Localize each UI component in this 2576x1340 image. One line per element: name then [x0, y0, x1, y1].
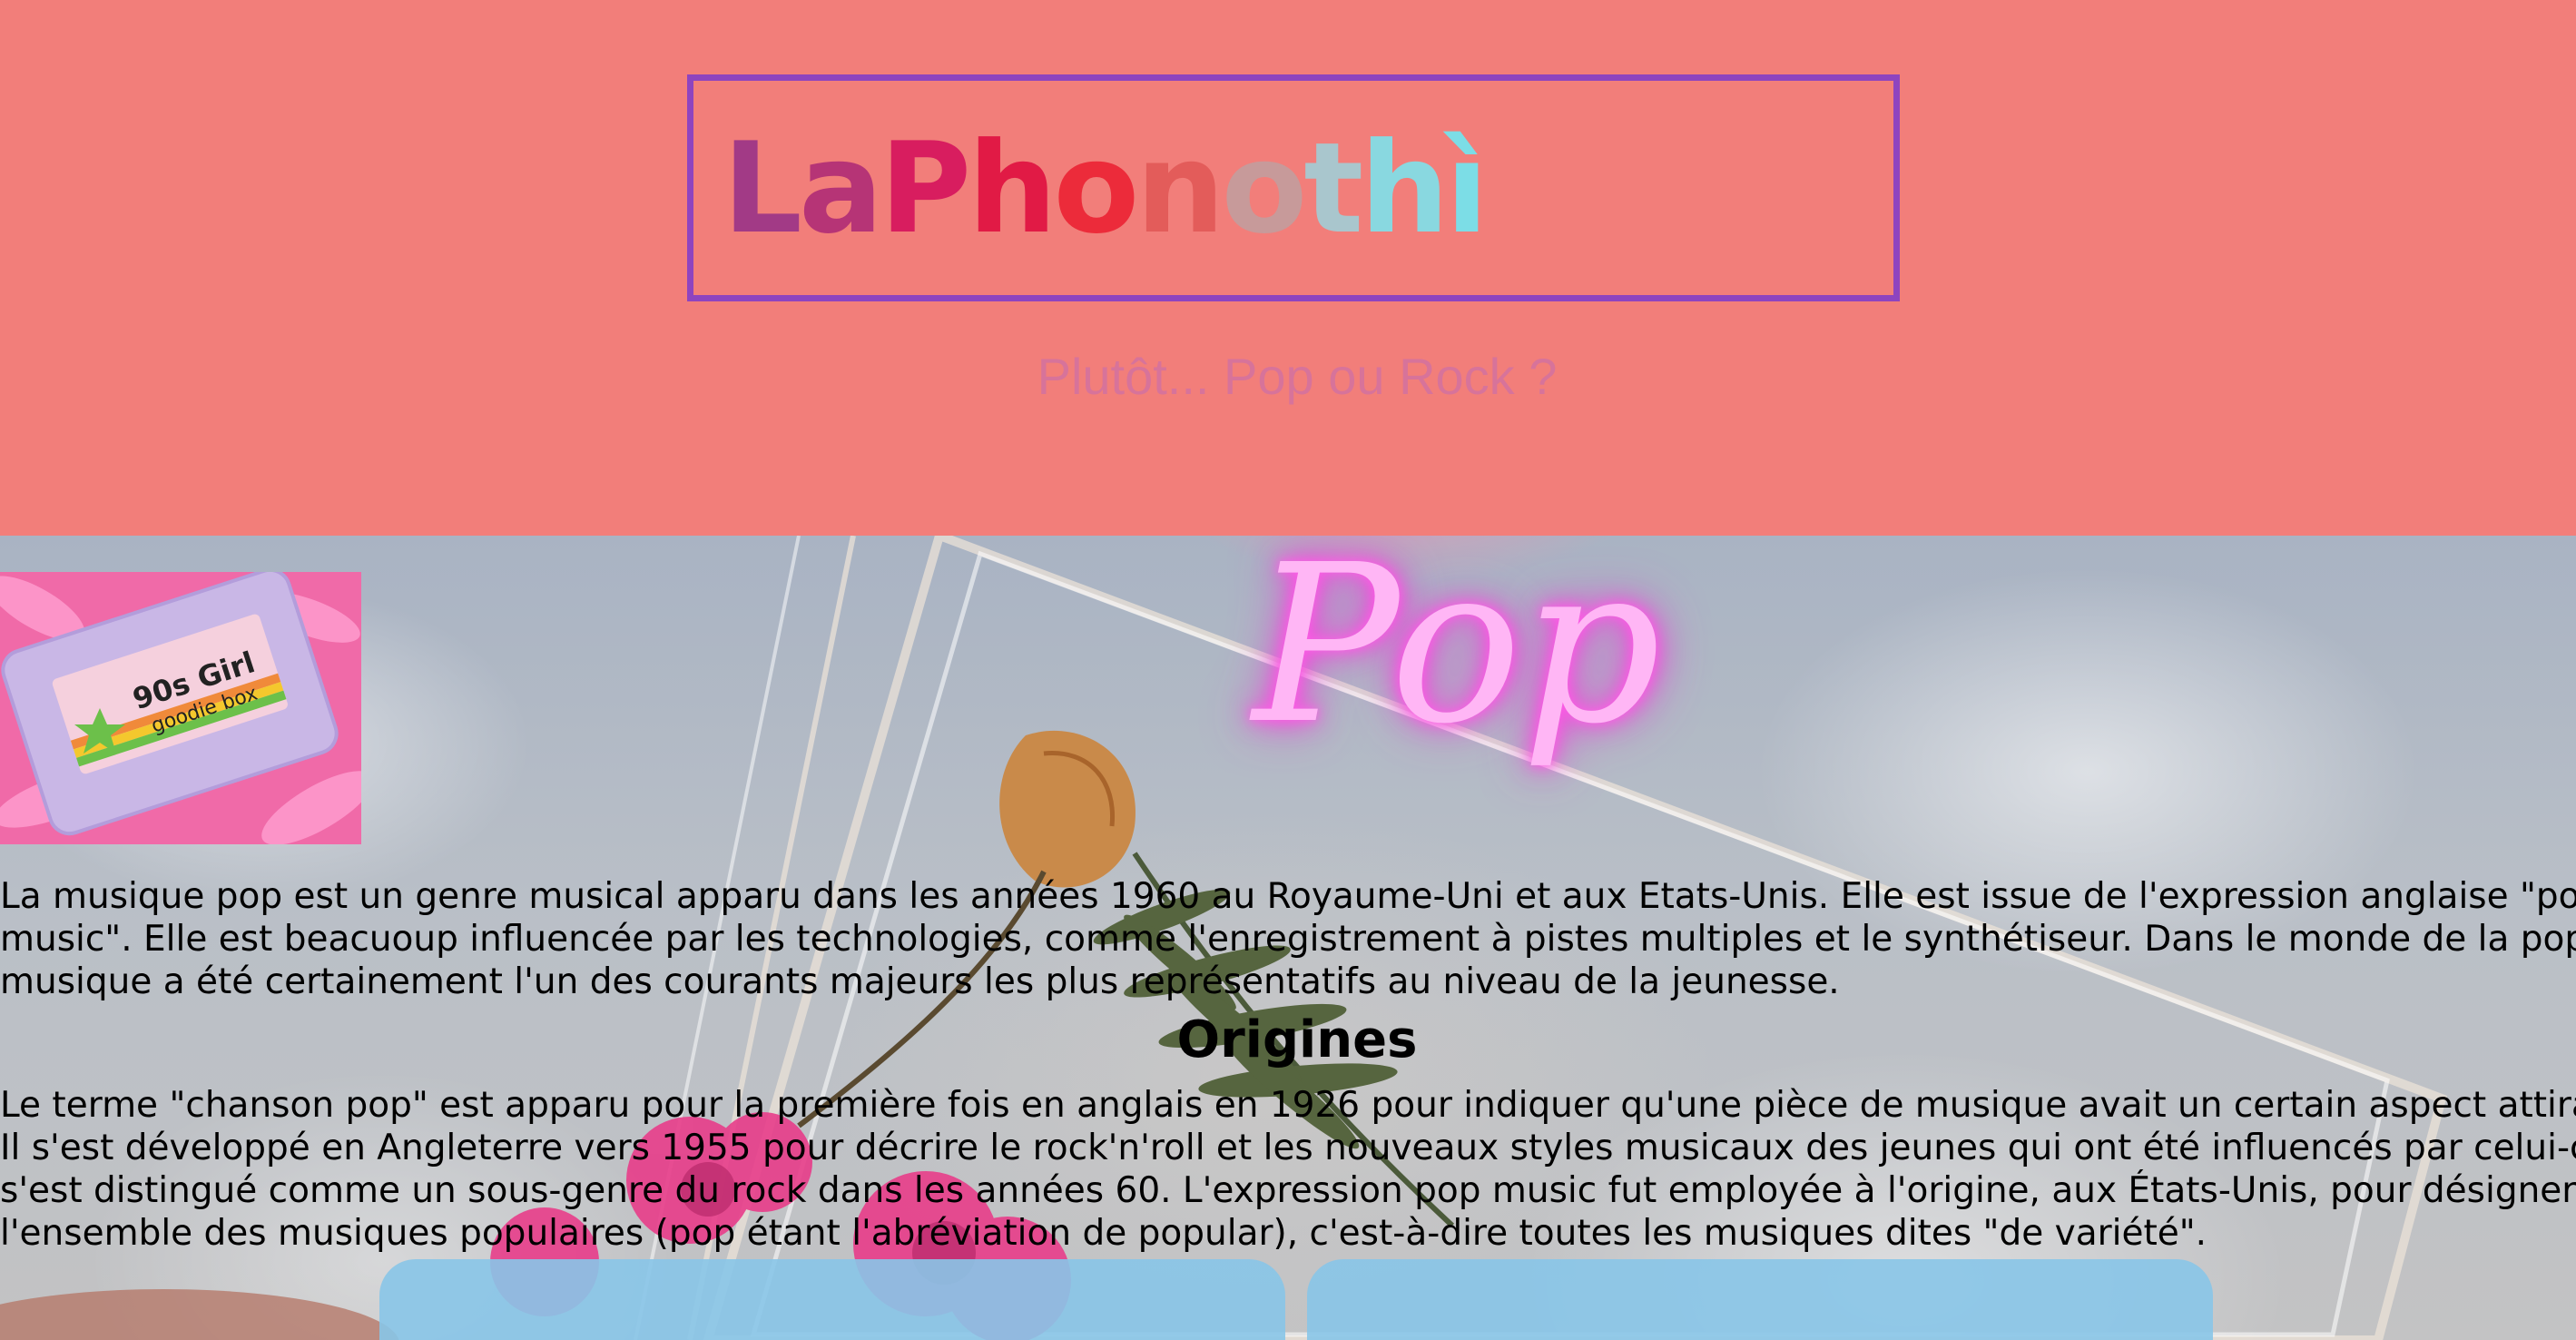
origines-heading: Origines [1176, 1010, 1418, 1069]
origines-paragraph: Le terme "chanson pop" est apparu pour l… [0, 1084, 2576, 1255]
logo-letter: ì [1445, 115, 1489, 261]
content-card-left[interactable] [379, 1259, 1285, 1340]
origines-line: s'est distingué comme un sous-genre du r… [0, 1170, 2576, 1211]
logo-letter: h [1360, 115, 1449, 261]
logo-letter: t [1303, 115, 1363, 261]
origines-line: Le terme "chanson pop" est apparu pour l… [0, 1085, 2576, 1126]
logo-letter: P [880, 115, 971, 261]
logo-letter: o [1053, 115, 1139, 261]
logo-letter: n [1136, 115, 1224, 261]
logo-letter: h [968, 115, 1057, 261]
logo-letter: L [723, 115, 802, 261]
origines-line: l'ensemble des musiques populaires (pop … [0, 1213, 2207, 1254]
goodie-box-thumbnail: 90s Girl goodie box [0, 572, 361, 844]
logo-frame[interactable]: LaPhonothì [687, 74, 1900, 301]
origines-line: Il s'est développé en Angleterre vers 19… [0, 1128, 2576, 1168]
intro-line: music". Elle est beacuoup influencée par… [0, 919, 2576, 960]
tagline: Plutôt... Pop ou Rock ? [1037, 348, 1558, 405]
intro-line: La musique pop est un genre musical appa… [0, 876, 2576, 917]
site-logo[interactable]: LaPhonothì [723, 115, 1489, 261]
intro-paragraph: La musique pop est un genre musical appa… [0, 875, 2576, 1003]
hero-section: 90s Girl goodie box Pop La musique pop e… [0, 536, 2576, 1340]
logo-letter: o [1221, 115, 1308, 261]
pop-title: Pop [1253, 536, 1661, 772]
goodie-box-image: 90s Girl goodie box [0, 572, 361, 844]
site-header: LaPhonothì Plutôt... Pop ou Rock ? [0, 0, 2576, 536]
intro-line: musique a été certainement l'un des cour… [0, 961, 1840, 1002]
content-card-right[interactable] [1307, 1259, 2213, 1340]
logo-letter: a [798, 115, 883, 261]
